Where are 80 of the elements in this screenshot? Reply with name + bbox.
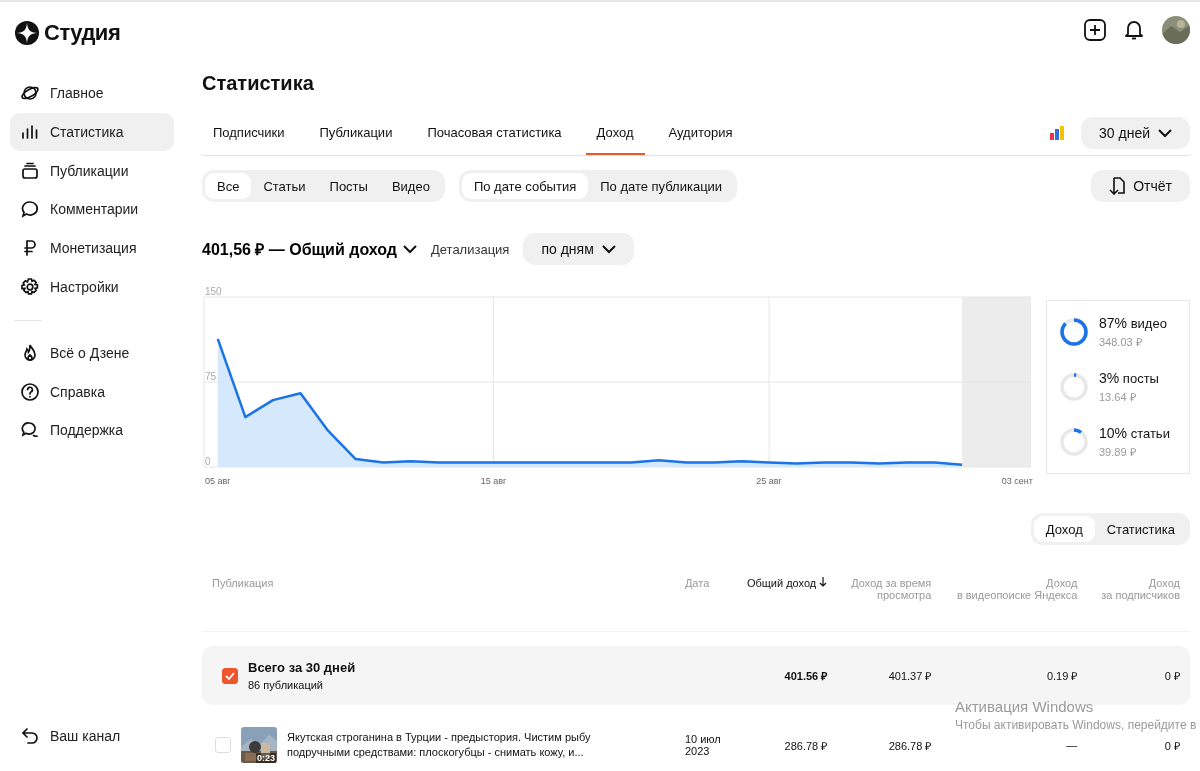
sidebar-item[interactable]: Настройки bbox=[10, 268, 174, 306]
share-label: 10% статьи bbox=[1099, 424, 1170, 441]
add-icon[interactable] bbox=[1084, 19, 1106, 41]
chevron-down-icon bbox=[601, 244, 616, 254]
bell-icon[interactable] bbox=[1124, 19, 1144, 41]
donut-ring bbox=[1059, 372, 1089, 402]
sidebar-item[interactable]: Главное bbox=[10, 74, 174, 112]
report-button[interactable]: Отчёт bbox=[1091, 170, 1190, 202]
share-amount: 348.03 ₽ bbox=[1099, 335, 1143, 350]
filter-option[interactable]: Видео bbox=[379, 173, 442, 199]
table-cell: 286.78 ₽ bbox=[888, 739, 932, 752]
logo-icon bbox=[14, 20, 40, 46]
total-title: Всего за 30 дней bbox=[248, 660, 356, 675]
share-amount: 39.89 ₽ bbox=[1099, 444, 1137, 459]
y-tick-label: 0 bbox=[205, 456, 211, 467]
chevron-down-icon bbox=[402, 244, 417, 254]
download-document-icon bbox=[1109, 177, 1126, 195]
comment-icon bbox=[20, 199, 40, 220]
y-tick-label: 75 bbox=[205, 371, 217, 382]
x-tick-label: 15 авг bbox=[480, 476, 507, 486]
total-dropdown[interactable]: 401,56 ₽ — Общий доход bbox=[202, 238, 417, 260]
total-subtitle: 86 публикаций bbox=[248, 679, 324, 691]
sidebar-item[interactable]: Всё о Дзене bbox=[10, 333, 174, 372]
tab[interactable]: Почасовая статистика bbox=[416, 111, 573, 155]
filter-option[interactable]: Статьи bbox=[251, 173, 318, 199]
sidebar-item[interactable]: Статистика bbox=[10, 112, 174, 151]
filter-option[interactable]: По дате публикации bbox=[588, 173, 735, 199]
table-cell: 0.19 ₽ bbox=[1046, 670, 1078, 682]
table-cell: 401.56 ₽ bbox=[784, 670, 828, 682]
sidebar-item[interactable]: Справка bbox=[10, 372, 174, 411]
share-label: 87% видео bbox=[1099, 315, 1167, 332]
page-title: Статистика bbox=[202, 72, 315, 95]
activation-notice-text: Чтобы активировать Windows, перейдите в bbox=[955, 718, 1197, 732]
table-cell: 0 ₽ bbox=[1164, 739, 1180, 752]
table-cell: 286.78 ₽ bbox=[784, 739, 828, 752]
planet-icon bbox=[20, 83, 40, 103]
filter-option[interactable]: Статистика bbox=[1094, 516, 1187, 542]
stack-icon bbox=[20, 160, 40, 181]
filter-option[interactable]: Доход bbox=[1033, 516, 1095, 542]
publication-title[interactable]: Якутская строганина в Турции - предыстория. Чистим рыбу подручными средствами: плоскогубцы - снимать кожу, и... bbox=[287, 730, 647, 760]
x-tick-label: 05 авг bbox=[205, 476, 231, 486]
sidebar-item[interactable]: Ваш канал bbox=[10, 717, 174, 755]
table-cell: 401.37 ₽ bbox=[888, 670, 932, 682]
filter-option[interactable]: Все bbox=[205, 173, 252, 199]
checkbox[interactable] bbox=[222, 667, 238, 684]
x-tick-label: 25 авг bbox=[756, 476, 782, 486]
detail-dropdown[interactable]: по дням bbox=[523, 233, 634, 265]
donut-ring bbox=[1059, 426, 1089, 457]
help-icon bbox=[20, 381, 40, 402]
table-cell: 0 ₽ bbox=[1164, 670, 1180, 682]
share-label: 3% посты bbox=[1099, 370, 1159, 386]
period-dropdown[interactable]: 30 дней bbox=[1081, 117, 1190, 149]
share-amount: 13.64 ₽ bbox=[1099, 390, 1137, 404]
detail-label: Детализация bbox=[430, 241, 510, 257]
donut-ring bbox=[1059, 317, 1089, 348]
tab[interactable]: Аудитория bbox=[657, 111, 744, 155]
tab[interactable]: Публикации bbox=[308, 111, 404, 155]
table-cell: — bbox=[1066, 739, 1078, 751]
avatar[interactable] bbox=[1162, 16, 1190, 44]
table-cell: 10 июл 2023 bbox=[684, 733, 721, 757]
sidebar-item[interactable]: Публикации bbox=[10, 151, 174, 190]
tab[interactable]: Подписчики bbox=[202, 111, 296, 155]
checkmark-icon bbox=[225, 671, 235, 680]
filter-option[interactable]: По дате события bbox=[461, 173, 589, 199]
filter-option[interactable]: Посты bbox=[317, 173, 380, 199]
settings-icon bbox=[20, 277, 40, 297]
activation-notice-title: Активация Windows bbox=[955, 698, 1095, 715]
back-arrow-icon bbox=[20, 726, 40, 746]
sort-arrow-icon bbox=[819, 577, 828, 587]
sidebar-item[interactable]: Поддержка bbox=[10, 411, 174, 450]
chevron-down-icon bbox=[1158, 128, 1172, 138]
y-tick-label: 150 bbox=[205, 287, 222, 297]
tab[interactable]: Доход bbox=[585, 111, 645, 155]
sidebar-item[interactable]: Комментарии bbox=[10, 190, 174, 229]
logo-title: Студия bbox=[44, 20, 121, 46]
duration-label: 0:23 bbox=[256, 753, 276, 763]
sidebar-item[interactable]: Монетизация bbox=[10, 229, 174, 268]
column-header[interactable]: Общий доход bbox=[746, 577, 828, 589]
x-tick-label: 03 сент bbox=[1001, 476, 1033, 486]
bar-chart-icon[interactable] bbox=[1049, 125, 1066, 141]
